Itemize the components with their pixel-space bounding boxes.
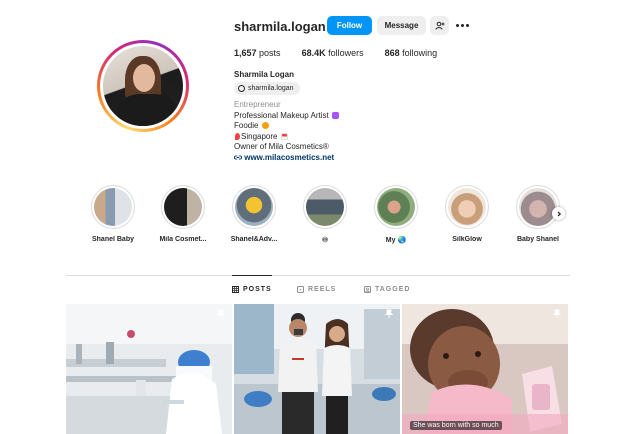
pinned-post-icon [216, 309, 226, 318]
bio-link-row[interactable]: www.milacosmetics.net [234, 153, 339, 164]
highlight-thumb [448, 188, 486, 226]
profile-username: sharmila.logan [234, 18, 326, 34]
story-highlights: Shanel Baby Mila Cosmet... Shanel&Adv...… [80, 185, 580, 247]
message-button[interactable]: Message [377, 16, 426, 35]
tab-posts[interactable]: POSTS [232, 275, 272, 303]
profile-full-name: Sharmila Logan [234, 70, 295, 79]
post-caption-overlay: She was born with so much [410, 421, 502, 430]
bio-line: Owner of Mila Cosmetics® [234, 142, 329, 151]
highlight-thumb [235, 188, 273, 226]
follow-button[interactable]: Follow [327, 16, 372, 35]
highlight-thumb [377, 188, 415, 226]
link-icon [234, 154, 242, 160]
bio-category: Entrepreneur [234, 100, 281, 109]
pin-emoji-icon [235, 132, 240, 140]
post-image [402, 304, 568, 434]
highlight-item[interactable]: Mila Cosmet... [150, 185, 216, 243]
threads-handle: sharmila.logan [248, 85, 294, 92]
highlight-thumb [164, 188, 202, 226]
more-options-icon[interactable] [454, 16, 470, 35]
highlight-item[interactable]: Shanel&Adv... [221, 185, 287, 243]
tab-tagged[interactable]: TAGGED [364, 275, 410, 303]
tab-reels[interactable]: REELS [297, 275, 336, 303]
post-image [234, 304, 400, 434]
highlight-thumb [94, 188, 132, 226]
post-tile[interactable] [66, 304, 232, 434]
avatar-photo [103, 46, 183, 126]
highlight-item[interactable]: Shanel Baby [80, 185, 146, 243]
bio-website-link[interactable]: www.milacosmetics.net [244, 153, 334, 162]
post-image [66, 304, 232, 434]
post-tile[interactable]: She was born with so much [402, 304, 568, 434]
pinned-post-icon [552, 309, 562, 318]
pinned-post-icon [384, 309, 394, 318]
posts-count: 1,657 posts [234, 48, 281, 58]
add-person-icon [435, 21, 444, 30]
grid-icon [232, 286, 239, 293]
reels-icon [297, 285, 304, 293]
profile-stats: 1,657 posts 68.4K followers 868 followin… [234, 48, 458, 58]
highlight-thumb [306, 188, 344, 226]
food-emoji-icon [261, 122, 269, 129]
threads-icon [238, 85, 245, 92]
bio-line: Foodie [234, 121, 339, 132]
highlight-item[interactable]: SilkGlow [434, 185, 500, 243]
bio-line: Professional Makeup Artist [234, 111, 339, 122]
username-row: sharmila.logan [234, 16, 341, 36]
followers-count[interactable]: 68.4K followers [302, 48, 364, 58]
singapore-flag-icon [280, 132, 288, 140]
profile-tabs: POSTS REELS TAGGED [66, 275, 570, 303]
bio-line: Singapore [234, 132, 339, 143]
suggest-accounts-button[interactable] [430, 16, 449, 35]
profile-avatar[interactable] [97, 40, 189, 132]
tagged-icon [364, 285, 371, 293]
following-count[interactable]: 868 following [385, 48, 438, 58]
posts-grid: She was born with so much [66, 304, 570, 434]
threads-link[interactable]: sharmila.logan [234, 82, 300, 95]
next-highlights-chevron-icon[interactable] [552, 207, 565, 220]
profile-bio: Entrepreneur Professional Makeup Artist … [234, 100, 339, 163]
sparkle-emoji-icon [331, 111, 339, 119]
highlight-item[interactable]: ♾ [292, 185, 358, 244]
highlight-thumb [519, 188, 557, 226]
highlight-item[interactable]: My 🌏 [363, 185, 429, 244]
post-tile[interactable] [234, 304, 400, 434]
